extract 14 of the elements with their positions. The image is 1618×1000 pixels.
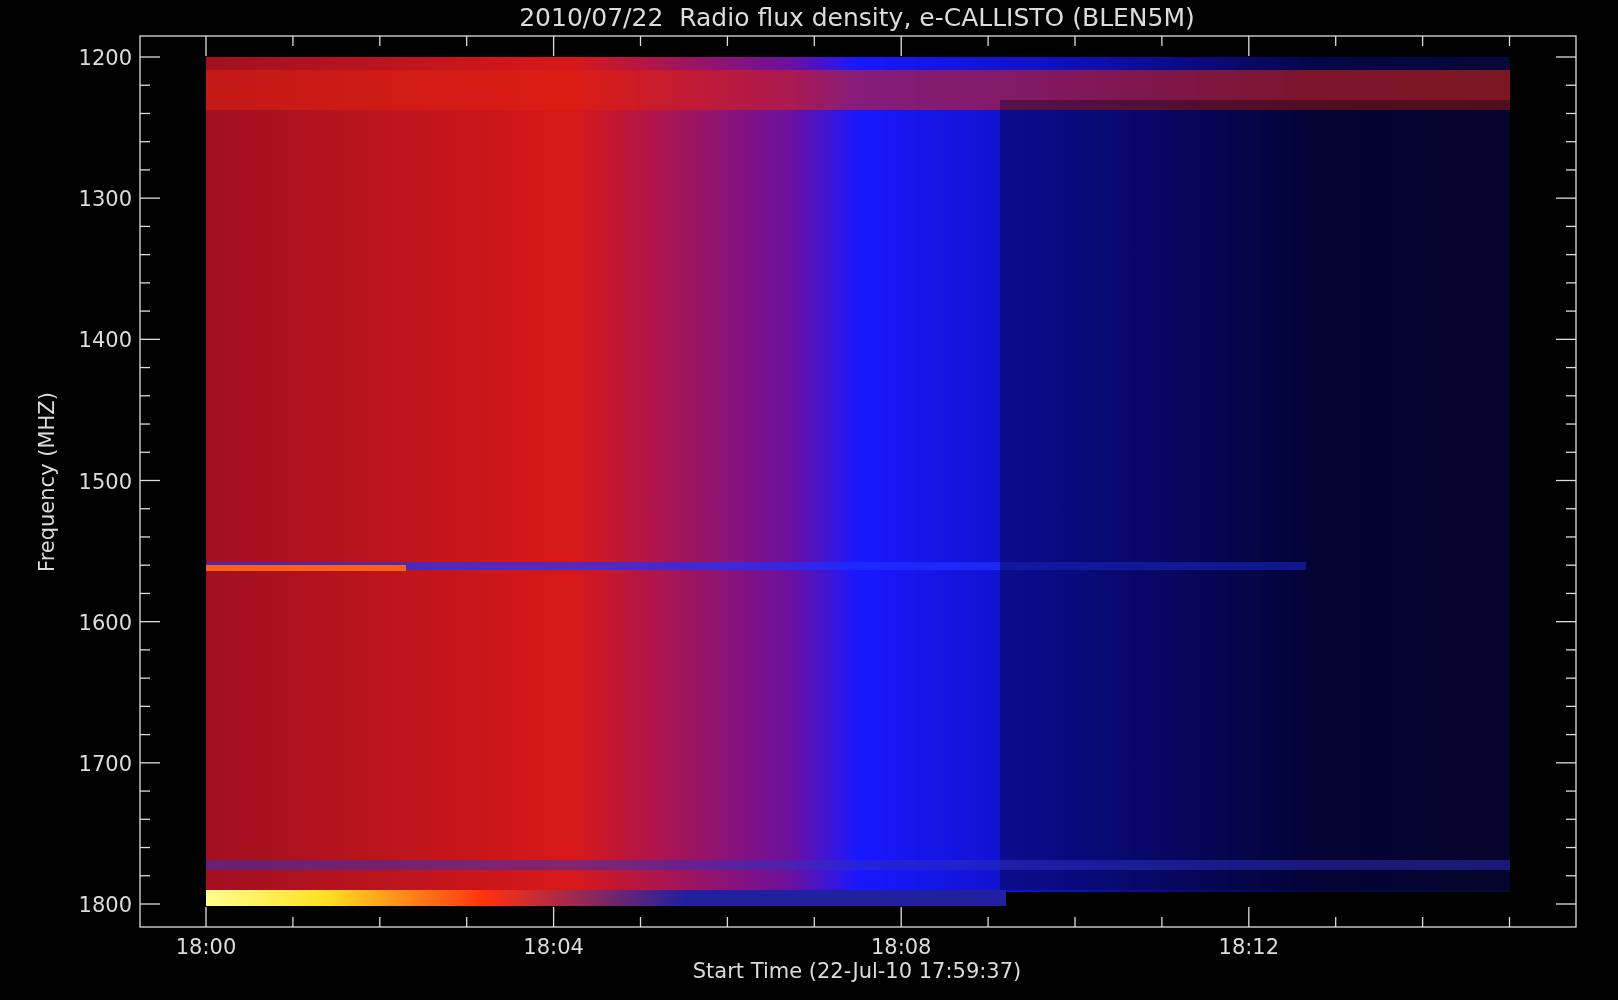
tick-label: 1500 [78, 469, 132, 494]
tick-label: 1200 [78, 46, 132, 70]
tick-label: 18:00 [175, 935, 237, 959]
tick-label: 1300 [78, 187, 132, 212]
tick-label: 1600 [78, 610, 132, 635]
chart-title: 2010/07/22 Radio flux density, e-CALLISTO (BLEN5M) [519, 3, 1195, 32]
tick-label: 1700 [78, 751, 132, 776]
axis-label: Start Time (22-Jul-10 17:59:37) [692, 959, 1022, 983]
tick-label: 1400 [78, 328, 132, 353]
tick-label: 18:04 [523, 935, 584, 959]
tick-label: 18:08 [870, 935, 932, 959]
tick-label: 1800 [78, 893, 132, 917]
tick-label: 18:12 [1218, 935, 1280, 959]
axis-label: Frequency (MHZ) [35, 392, 59, 572]
